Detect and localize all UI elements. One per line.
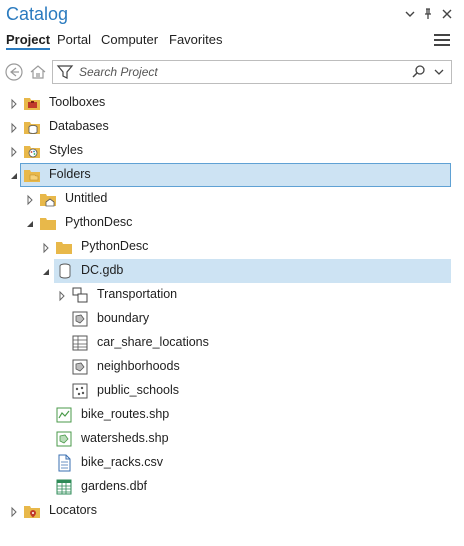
title-bar: Catalog [0,0,464,30]
tree-item-pythondesc[interactable]: PythonDesc [0,211,464,235]
tree-item-untitled[interactable]: Untitled [0,187,464,211]
tree-item-locators[interactable]: Locators [0,499,464,523]
tree-item-label: Locators [49,503,97,517]
chevron-down-icon[interactable] [403,7,417,21]
filter-icon[interactable] [56,63,74,86]
collapse-arrow-icon[interactable] [41,265,51,277]
collapse-arrow-icon[interactable] [9,169,19,181]
collapse-arrow-icon[interactable] [25,217,35,229]
point-feature-class-icon [71,382,89,400]
table-icon [71,334,89,352]
expand-arrow-icon[interactable] [10,97,20,110]
catalog-tabs: Project Portal Computer Favorites [0,30,464,52]
tree-item-dc-gdb[interactable]: DC.gdb [0,259,464,283]
tree-item-label: Toolboxes [49,95,106,109]
tree-item-label: public_schools [97,383,179,397]
tree-item-label: Styles [49,143,84,157]
tree-item-databases[interactable]: Databases [0,115,464,139]
tree-item-watersheds[interactable]: watersheds.shp [0,427,464,451]
expand-arrow-icon[interactable] [10,505,20,518]
tree-item-transportation[interactable]: Transportation [0,283,464,307]
tree-item-label: PythonDesc [65,215,133,229]
tree-item-label: gardens.dbf [81,479,148,493]
expand-arrow-icon[interactable] [26,193,36,206]
tree-item-label: Untitled [65,191,108,205]
expand-arrow-icon[interactable] [58,289,68,302]
pane-title: Catalog [6,4,69,24]
folders-icon [23,166,41,184]
search-input[interactable] [77,63,397,81]
database-folder-icon [23,118,41,136]
expand-arrow-icon[interactable] [10,121,20,134]
tree-item-boundary[interactable]: boundary [0,307,464,331]
search-icon[interactable] [411,64,427,85]
tree-item-label: PythonDesc [81,239,149,253]
dbf-table-icon [55,478,73,496]
tab-project[interactable]: Project [6,32,51,50]
tree-item-car-share-locations[interactable]: car_share_locations [0,331,464,355]
tree-item-label: watersheds.shp [81,431,169,445]
folder-icon [39,214,57,232]
locators-folder-icon [23,502,41,520]
polygon-feature-class-icon [71,358,89,376]
polygon-feature-class-icon [71,310,89,328]
home-icon[interactable] [28,62,48,82]
geodatabase-icon [56,262,74,280]
tree-item-label: Folders [49,167,91,181]
tab-computer[interactable]: Computer [101,32,158,50]
expand-arrow-icon[interactable] [10,145,20,158]
tree-item-label: boundary [97,311,150,325]
tree-item-bike-routes[interactable]: bike_routes.shp [0,403,464,427]
tree-item-label: Databases [49,119,109,133]
folder-icon [55,238,73,256]
tree-item-bike-racks[interactable]: bike_racks.csv [0,451,464,475]
expand-arrow-icon[interactable] [42,241,52,254]
tree-item-label: DC.gdb [81,263,124,277]
tree-item-label: bike_routes.shp [81,407,170,421]
pin-icon[interactable] [421,7,435,21]
tree-item-folders[interactable]: Folders [0,163,464,187]
styles-folder-icon [23,142,41,160]
tree-item-styles[interactable]: Styles [0,139,464,163]
tree-item-public-schools[interactable]: public_schools [0,379,464,403]
tree-item-toolboxes[interactable]: Toolboxes [0,91,464,115]
tree-item-pythondesc-sub[interactable]: PythonDesc [0,235,464,259]
polygon-shapefile-icon [55,430,73,448]
tab-portal[interactable]: Portal [57,32,91,50]
csv-file-icon [55,454,73,472]
close-icon[interactable] [440,7,454,21]
search-options-chevron-icon[interactable] [433,65,445,84]
toolbox-folder-icon [23,94,41,112]
tree-item-gardens[interactable]: gardens.dbf [0,475,464,499]
line-shapefile-icon [55,406,73,424]
tree-item-label: car_share_locations [97,335,209,349]
menu-icon[interactable] [434,34,450,48]
search-box [52,60,452,84]
tree-item-label: neighborhoods [97,359,180,373]
feature-dataset-icon [71,286,89,304]
tree-item-label: Transportation [97,287,178,301]
tab-favorites[interactable]: Favorites [169,32,222,50]
tree-item-label: bike_racks.csv [81,455,163,469]
back-icon[interactable] [4,62,24,82]
home-folder-icon [39,190,57,208]
catalog-toolbar [0,59,464,85]
tree-item-neighborhoods[interactable]: neighborhoods [0,355,464,379]
